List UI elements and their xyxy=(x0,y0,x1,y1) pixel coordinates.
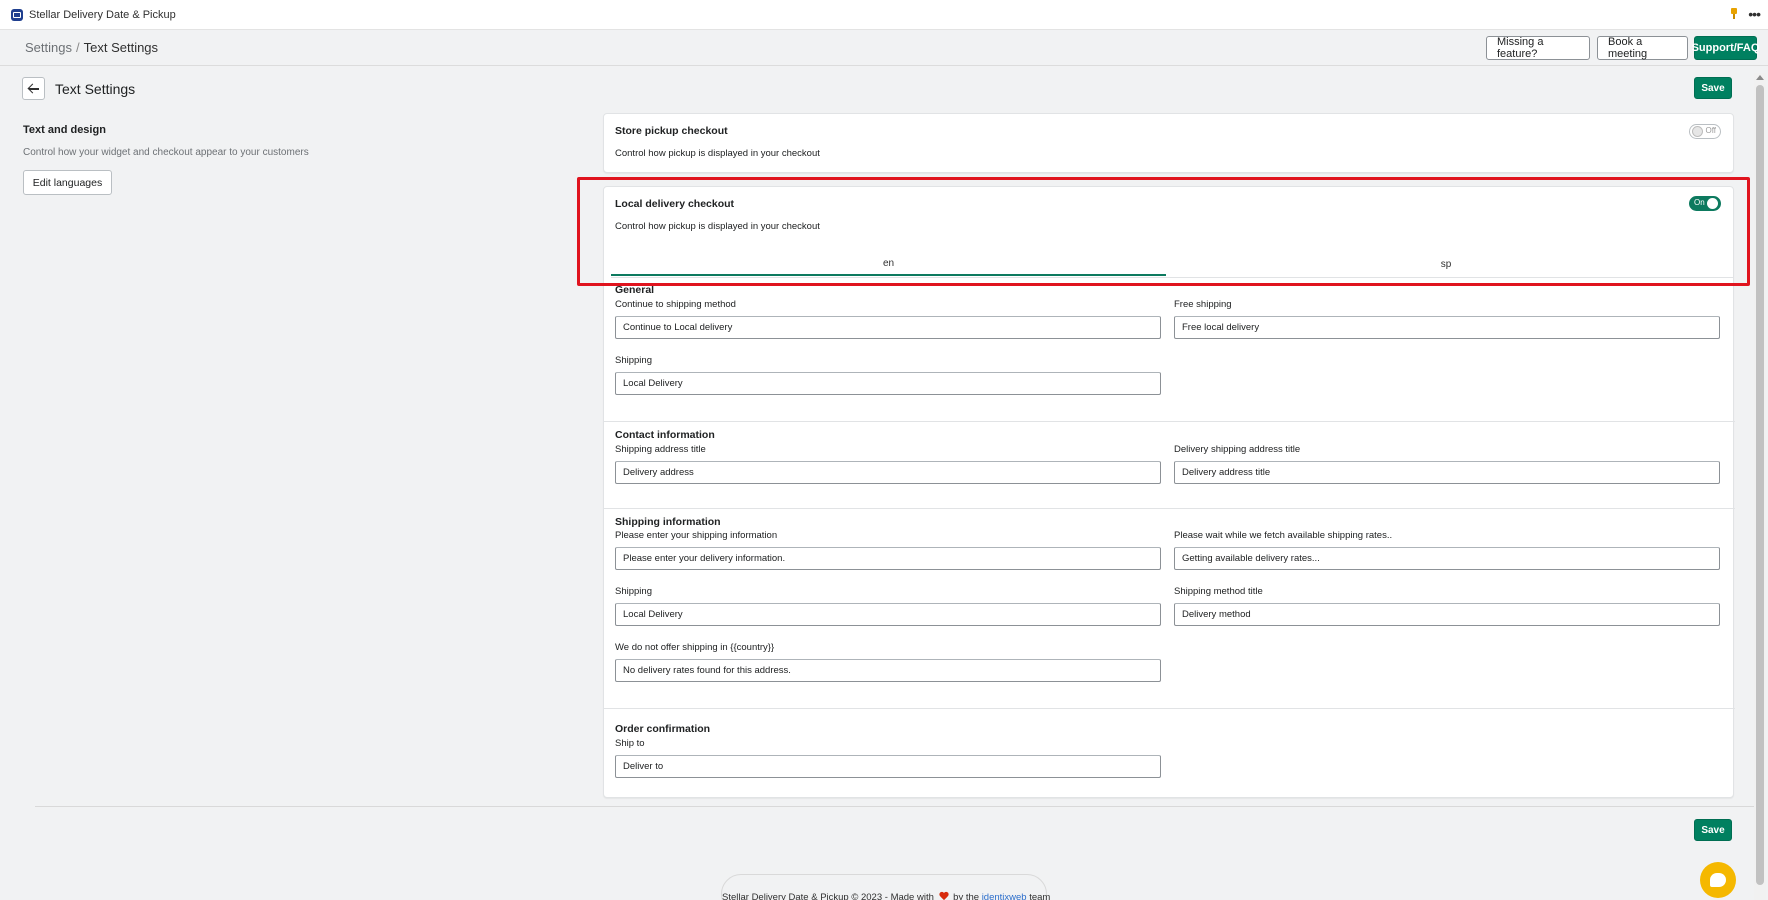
breadcrumb-separator: / xyxy=(75,40,80,55)
local-delivery-toggle[interactable]: On xyxy=(1689,196,1721,211)
edit-languages-button[interactable]: Edit languages xyxy=(23,170,112,195)
tabs-divider xyxy=(611,277,1733,278)
heart-icon xyxy=(939,892,949,900)
field-label: Free shipping xyxy=(1174,299,1232,310)
field-label: Continue to shipping method xyxy=(615,299,736,310)
app-bar: Stellar Delivery Date & Pickup ••• xyxy=(0,0,1768,30)
enter-shipping-info-input[interactable] xyxy=(615,547,1161,570)
scroll-up-icon[interactable] xyxy=(1756,75,1764,80)
missing-feature-button[interactable]: Missing a feature? xyxy=(1486,36,1590,60)
shipping-address-title-input[interactable] xyxy=(615,461,1161,484)
arrow-left-icon xyxy=(28,83,40,95)
no-shipping-offer-input[interactable] xyxy=(615,659,1161,682)
field-label: We do not offer shipping in {{country}} xyxy=(615,642,775,653)
sidebar-description: Control how your widget and checkout app… xyxy=(23,147,309,158)
footer-text-by: by the xyxy=(953,892,980,900)
breadcrumb: Settings / Text Settings xyxy=(25,40,158,55)
chat-icon xyxy=(1710,873,1726,887)
section-order-confirmation: Order confirmation Ship to xyxy=(604,708,1735,796)
free-shipping-input[interactable] xyxy=(1174,316,1720,339)
section-title: Contact information xyxy=(615,429,715,441)
save-button-bottom[interactable]: Save xyxy=(1694,819,1732,841)
shipping-input[interactable] xyxy=(615,372,1161,395)
breadcrumb-current: Text Settings xyxy=(83,40,159,55)
tab-sp[interactable]: sp xyxy=(1166,253,1726,276)
footer: Stellar Delivery Date & Pickup © 2023 - … xyxy=(721,874,1051,900)
toggle-knob xyxy=(1692,126,1703,137)
more-options-icon[interactable]: ••• xyxy=(1748,7,1761,21)
field-label: Shipping method title xyxy=(1174,586,1263,597)
pin-icon[interactable] xyxy=(1730,8,1738,20)
section-title: General xyxy=(615,284,655,296)
toggle-knob xyxy=(1707,198,1718,209)
scrollbar[interactable] xyxy=(1754,73,1766,900)
field-label: Shipping address title xyxy=(615,444,706,455)
save-button-top[interactable]: Save xyxy=(1694,77,1732,99)
ship-to-input[interactable] xyxy=(615,755,1161,778)
sidebar-title: Text and design xyxy=(23,124,106,136)
support-faq-button[interactable]: Support/FAQ xyxy=(1692,36,1759,60)
delivery-shipping-address-title-input[interactable] xyxy=(1174,461,1720,484)
page-divider xyxy=(35,806,1755,807)
fetching-rates-input[interactable] xyxy=(1174,547,1720,570)
tab-en[interactable]: en xyxy=(611,253,1166,276)
shipping-info-shipping-input[interactable] xyxy=(615,603,1161,626)
section-general: General Continue to shipping method Free… xyxy=(604,283,1735,418)
title-bar: Settings / Text Settings Missing a feature… xyxy=(0,30,1768,66)
section-shipping-information: Shipping information Please enter your s… xyxy=(604,508,1735,708)
section-title: Order confirmation xyxy=(615,723,711,735)
shipping-method-title-input[interactable] xyxy=(1174,603,1720,626)
toggle-label: On xyxy=(1694,198,1705,207)
back-button[interactable] xyxy=(22,77,45,100)
local-delivery-description: Control how pickup is displayed in your … xyxy=(615,221,820,232)
local-delivery-title: Local delivery checkout xyxy=(615,198,735,210)
store-pickup-toggle[interactable]: Off xyxy=(1689,124,1721,139)
app-bar-actions: ••• xyxy=(1730,7,1761,21)
toggle-label: Off xyxy=(1705,126,1716,135)
field-label: Please enter your shipping information xyxy=(615,530,778,541)
scroll-thumb[interactable] xyxy=(1756,85,1764,885)
footer-text: Stellar Delivery Date & Pickup © 2023 - … xyxy=(722,892,934,900)
field-label: Delivery shipping address title xyxy=(1174,444,1301,455)
continue-to-shipping-input[interactable] xyxy=(615,316,1161,339)
app-logo-icon xyxy=(11,8,23,21)
field-label: Ship to xyxy=(615,738,645,749)
app-title: Stellar Delivery Date & Pickup xyxy=(29,8,176,21)
store-pickup-title: Store pickup checkout xyxy=(615,125,728,137)
local-delivery-card: Local delivery checkout Control how pick… xyxy=(603,186,1735,798)
breadcrumb-settings[interactable]: Settings xyxy=(25,40,72,55)
book-meeting-button[interactable]: Book a meeting xyxy=(1597,36,1688,60)
footer-link[interactable]: identixweb xyxy=(982,892,1027,900)
footer-text-after: team xyxy=(1029,892,1051,900)
store-pickup-card: Store pickup checkout Control how pickup… xyxy=(603,113,1734,173)
store-pickup-description: Control how pickup is displayed in your … xyxy=(615,148,820,159)
section-title: Shipping information xyxy=(615,516,721,528)
field-label: Shipping xyxy=(615,355,652,366)
section-contact-information: Contact information Shipping address tit… xyxy=(604,421,1735,508)
field-label: Shipping xyxy=(615,586,652,597)
chat-button[interactable] xyxy=(1700,862,1736,898)
page-title: Text Settings xyxy=(55,81,136,97)
field-label: Please wait while we fetch available shi… xyxy=(1174,530,1393,541)
